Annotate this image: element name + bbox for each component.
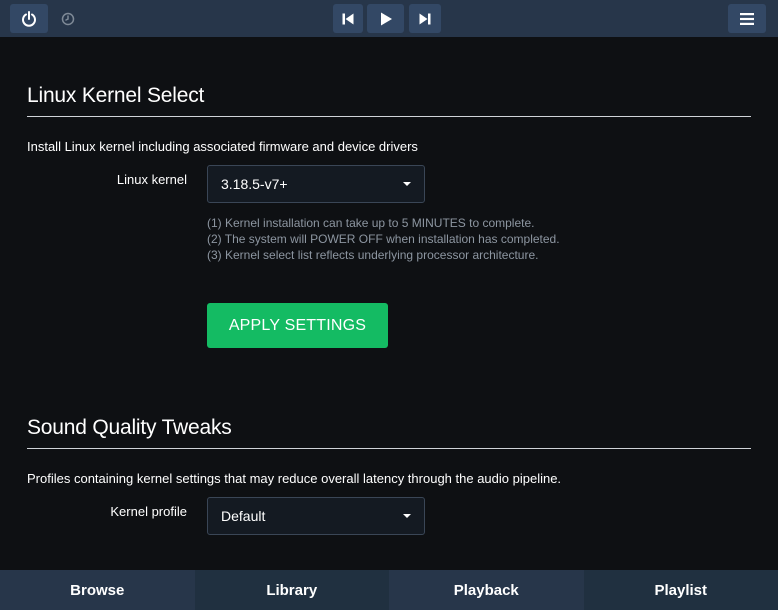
kernel-help-line-2: (2) The system will POWER OFF when insta… bbox=[207, 232, 560, 246]
menu-button[interactable] bbox=[728, 4, 766, 33]
skip-previous-icon bbox=[342, 13, 354, 24]
play-button[interactable] bbox=[367, 4, 404, 33]
clock-icon bbox=[61, 12, 75, 25]
nav-browse[interactable]: Browse bbox=[0, 570, 195, 610]
linux-kernel-select[interactable]: 3.18.5-v7+ bbox=[207, 165, 425, 203]
kernel-section-title: Linux Kernel Select bbox=[27, 84, 205, 107]
caret-down-icon bbox=[403, 182, 411, 186]
kernel-profile-select[interactable]: Default bbox=[207, 497, 425, 535]
kernel-help-line-1: (1) Kernel installation can take up to 5… bbox=[207, 216, 535, 230]
section-divider bbox=[27, 448, 751, 449]
settings-content: Linux Kernel Select Install Linux kernel… bbox=[0, 37, 778, 570]
nav-playlist[interactable]: Playlist bbox=[583, 570, 778, 610]
next-button[interactable] bbox=[409, 4, 441, 33]
linux-kernel-selected-value: 3.18.5-v7+ bbox=[221, 176, 288, 192]
nav-library[interactable]: Library bbox=[194, 570, 389, 610]
kernel-section-description: Install Linux kernel including associate… bbox=[27, 139, 418, 154]
sound-section-title: Sound Quality Tweaks bbox=[27, 416, 232, 439]
kernel-help-line-3: (3) Kernel select list reflects underlyi… bbox=[207, 248, 539, 262]
sound-section-description: Profiles containing kernel settings that… bbox=[27, 471, 562, 486]
apply-settings-button[interactable]: APPLY SETTINGS bbox=[207, 303, 388, 348]
kernel-profile-label: Kernel profile bbox=[110, 504, 187, 519]
section-divider bbox=[27, 116, 751, 117]
linux-kernel-label: Linux kernel bbox=[116, 172, 187, 187]
power-button[interactable] bbox=[10, 4, 48, 33]
nav-playback[interactable]: Playback bbox=[389, 570, 584, 610]
skip-next-icon bbox=[419, 13, 431, 24]
kernel-profile-selected-value: Default bbox=[221, 508, 266, 524]
play-icon bbox=[380, 12, 392, 25]
hamburger-menu-icon bbox=[740, 12, 754, 25]
caret-down-icon bbox=[403, 514, 411, 518]
clock-button[interactable] bbox=[56, 4, 80, 33]
top-toolbar bbox=[0, 0, 778, 37]
bottom-navigation: Browse Library Playback Playlist bbox=[0, 570, 778, 610]
power-icon bbox=[22, 10, 36, 27]
previous-button[interactable] bbox=[333, 4, 363, 33]
